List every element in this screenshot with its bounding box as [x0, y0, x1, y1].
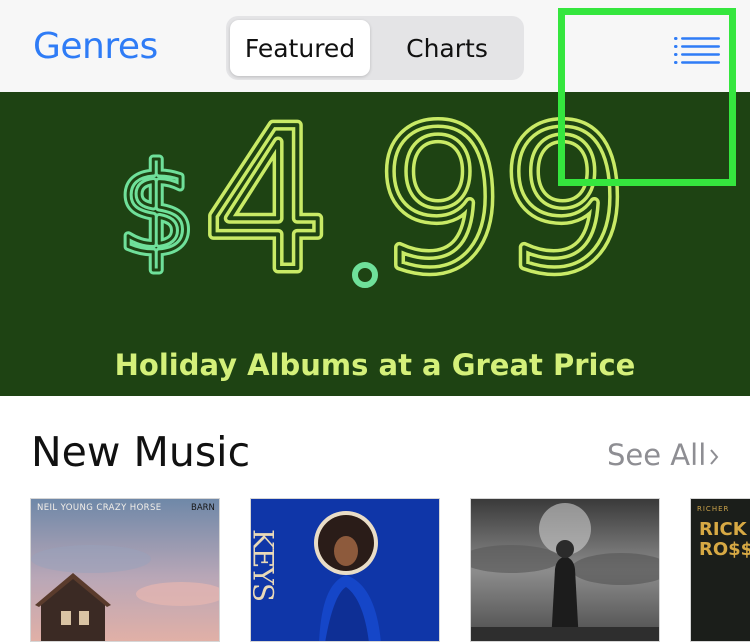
banner-caption: Holiday Albums at a Great Price: [114, 348, 636, 382]
decimal-point: [352, 262, 378, 288]
album-card[interactable]: KEYS: [250, 498, 440, 642]
currency-symbol-inner: $: [118, 139, 196, 281]
price-cents-inner: 99: [378, 92, 627, 315]
see-all-link[interactable]: See All: [607, 438, 706, 472]
album-cover-top-text: RICHER: [697, 505, 729, 513]
album-card[interactable]: [470, 498, 660, 642]
album-cover-accent: BARN: [191, 503, 215, 513]
genres-button[interactable]: Genres: [33, 26, 158, 67]
album-cover-rick-ross: RICHER RICK RO$$: [691, 499, 750, 641]
price-whole-inner: 4: [204, 92, 329, 315]
album-card[interactable]: RICHER RICK RO$$: [690, 498, 750, 642]
album-cover-text: KEYS: [251, 529, 280, 601]
album-cover-text: RICK RO$$: [699, 519, 750, 560]
album-cover-text: NEIL YOUNG CRAZY HORSE: [37, 503, 162, 513]
section-title-new-music: New Music: [31, 428, 251, 476]
promo-banner[interactable]: $ $ 4 4 99 99 Holiday Albums at a Great …: [0, 92, 750, 396]
album-cover-portrait: [471, 499, 659, 641]
top-navigation-bar: Genres Featured Charts: [0, 0, 750, 92]
album-card[interactable]: NEIL YOUNG CRAZY HORSE BARN: [30, 498, 220, 642]
album-cover-barn: NEIL YOUNG CRAZY HORSE BARN: [31, 499, 219, 641]
album-cover-keys: KEYS: [251, 499, 439, 641]
tab-featured[interactable]: Featured: [230, 20, 370, 76]
segmented-control: Featured Charts: [226, 16, 524, 80]
chevron-right-icon[interactable]: [709, 448, 719, 466]
tab-charts[interactable]: Charts: [374, 20, 520, 76]
list-icon[interactable]: [674, 36, 720, 66]
